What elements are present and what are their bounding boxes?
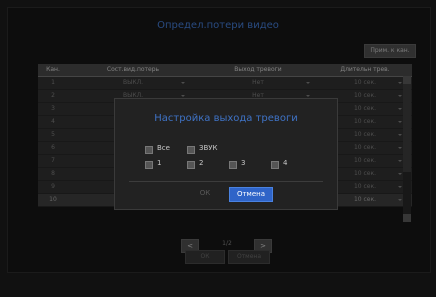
- label-all: Все: [157, 144, 170, 152]
- dialog-ok-button[interactable]: ОК: [187, 187, 223, 200]
- label-output-1: 1: [157, 159, 162, 167]
- dialog-divider: [129, 181, 323, 182]
- label-output-4: 4: [283, 159, 288, 167]
- checkbox-output-4[interactable]: [271, 161, 279, 169]
- dialog-title: Настройка выхода тревоги: [154, 113, 298, 124]
- label-output-2: 2: [199, 159, 204, 167]
- label-sound: ЗВУК: [199, 144, 218, 152]
- checkbox-output-2[interactable]: [187, 161, 195, 169]
- checkbox-output-3[interactable]: [229, 161, 237, 169]
- alarm-output-dialog: Настройка выхода тревоги Все ЗВУК 1 2 3 …: [114, 98, 338, 210]
- label-output-3: 3: [241, 159, 246, 167]
- dialog-cancel-button[interactable]: Отмена: [229, 187, 273, 202]
- checkbox-all[interactable]: [145, 146, 153, 154]
- checkbox-output-1[interactable]: [145, 161, 153, 169]
- checkbox-sound[interactable]: [187, 146, 195, 154]
